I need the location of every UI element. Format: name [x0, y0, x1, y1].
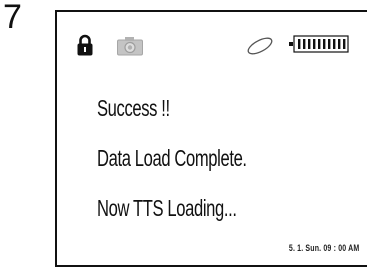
success-message: Success !! — [97, 95, 170, 121]
camera-icon — [117, 36, 143, 61]
status-bar — [77, 34, 367, 58]
device-screen: Success !! Data Load Complete. Now TTS L… — [55, 10, 367, 267]
date-time-readout: 5. 1. Sun. 09 : 00 AM — [288, 243, 359, 253]
tts-loading-message: Now TTS Loading... — [97, 195, 237, 221]
lock-icon — [77, 34, 93, 61]
battery-icon — [289, 35, 349, 58]
link-icon — [245, 37, 275, 60]
step-number: 7 — [3, 0, 22, 36]
data-load-message: Data Load Complete. — [97, 145, 247, 171]
